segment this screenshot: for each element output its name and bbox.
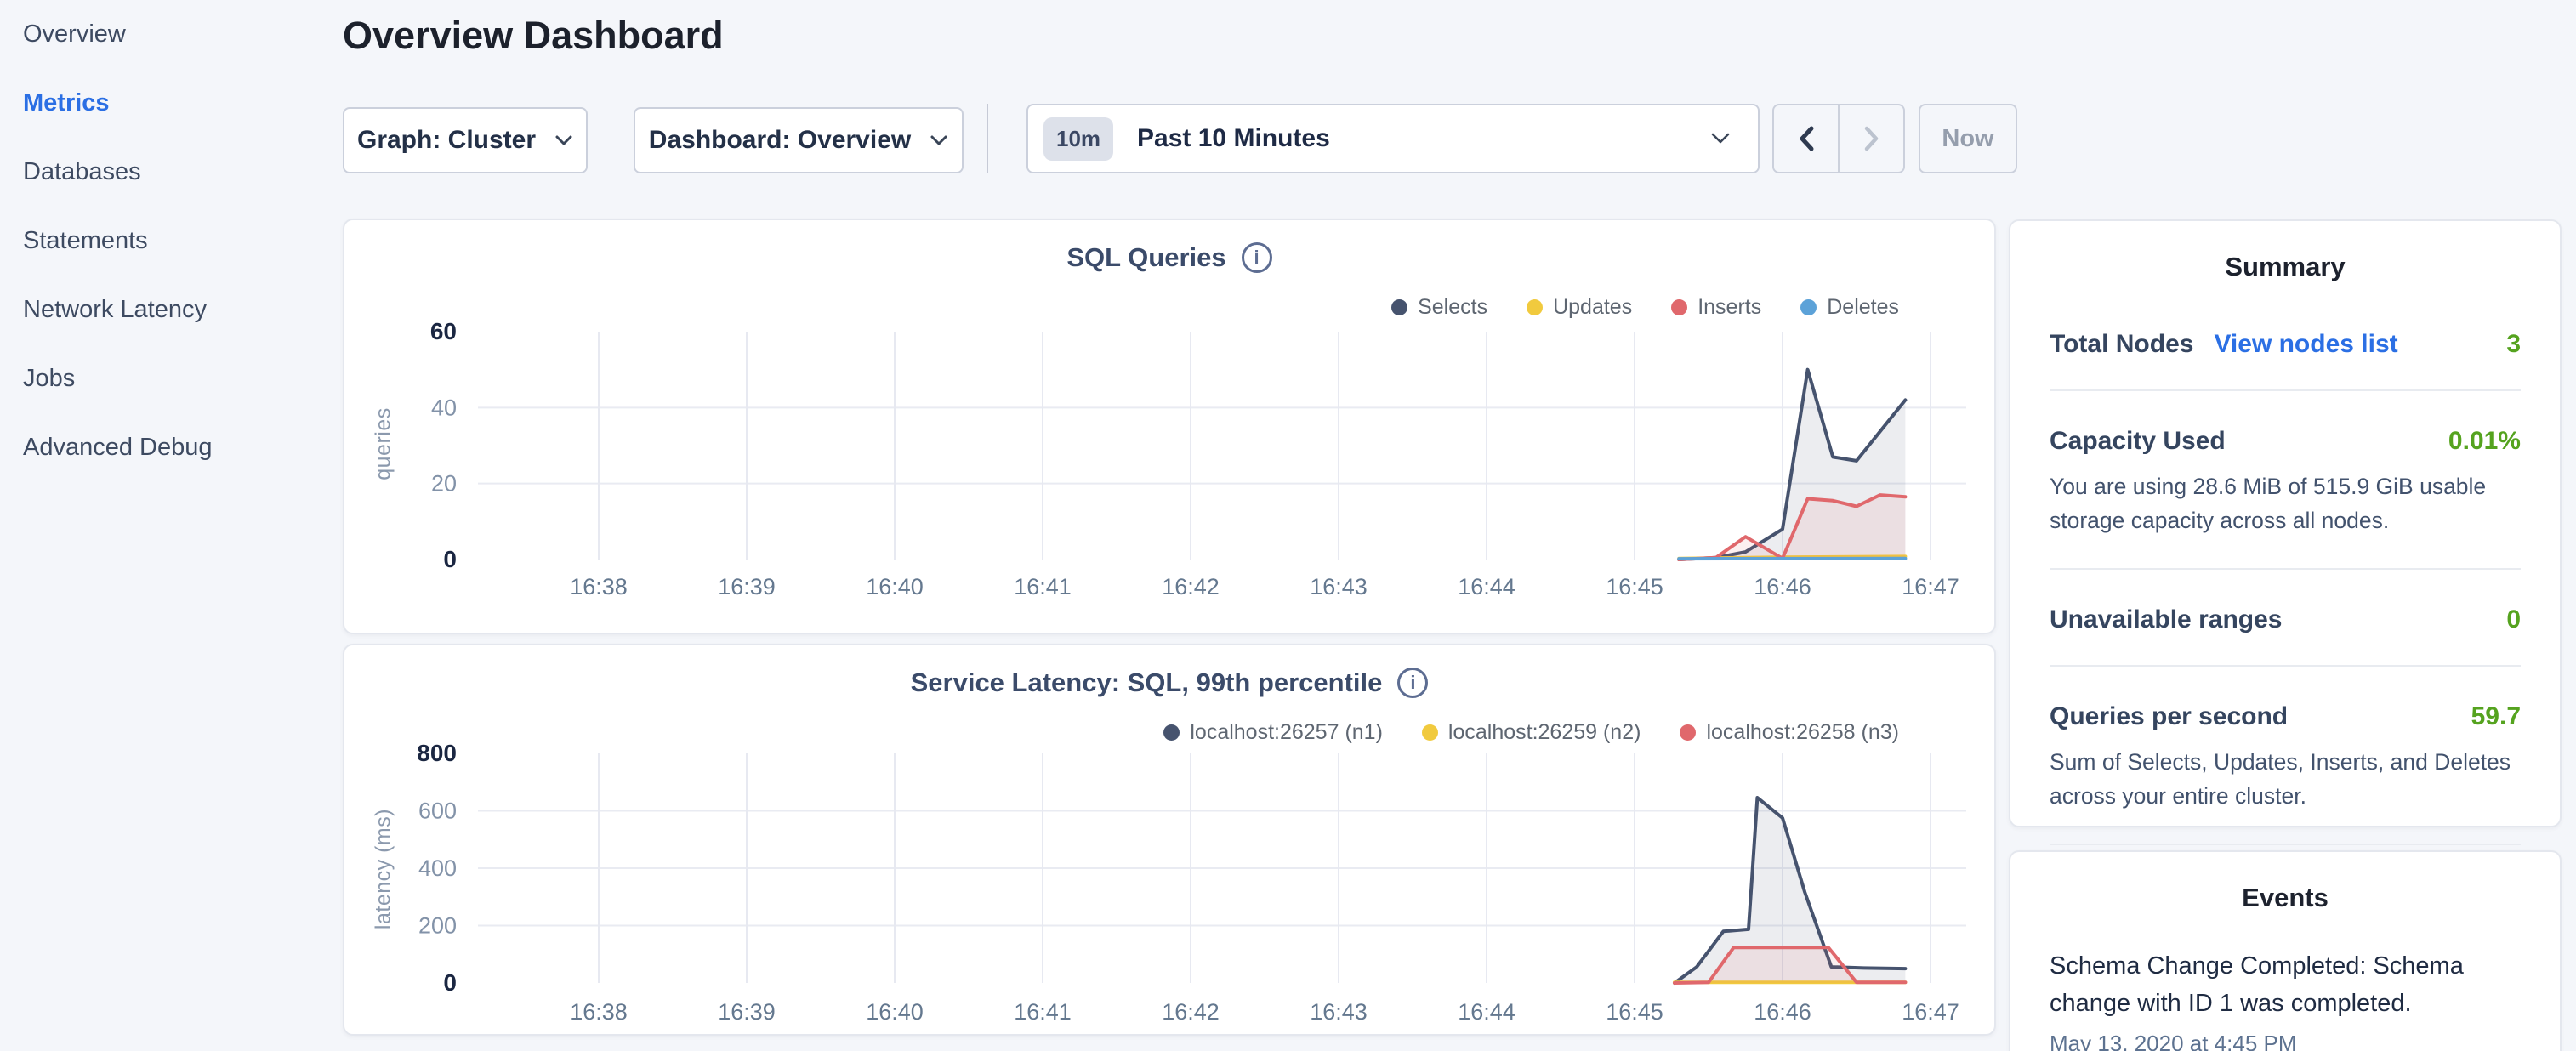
next-interval-button[interactable] — [1838, 105, 1903, 172]
summary-divider — [2050, 665, 2521, 667]
y-tick-label: 0 — [443, 969, 457, 996]
x-tick-label: 16:43 — [1310, 574, 1368, 599]
chevron-right-icon — [1863, 125, 1880, 152]
time-step-buttons — [1772, 104, 1905, 173]
time-range-label: Past 10 Minutes — [1137, 124, 1330, 153]
x-tick-label: 16:39 — [718, 999, 776, 1025]
y-tick-label: 200 — [418, 913, 457, 939]
events-title: Events — [2010, 883, 2560, 913]
dashboard-dropdown-label: Dashboard: Overview — [649, 126, 911, 155]
graph-dropdown-label: Graph: Cluster — [357, 126, 536, 155]
summary-row-value: 0 — [2506, 605, 2521, 634]
y-tick-label: 40 — [431, 395, 457, 420]
x-tick-label: 16:38 — [570, 574, 628, 599]
summary-row-value: 3 — [2506, 330, 2521, 359]
time-range-badge: 10m — [1043, 117, 1113, 161]
x-tick-label: 16:41 — [1014, 999, 1072, 1025]
summary-row-label: Capacity Used — [2050, 427, 2226, 456]
chart-title-row: Service Latency: SQL, 99th percentile i — [344, 668, 1994, 698]
previous-interval-button[interactable] — [1774, 105, 1838, 172]
chart-title-row: SQL Queries i — [344, 242, 1994, 273]
x-tick-label: 16:47 — [1902, 999, 1959, 1025]
summary-row: Queries per second 59.7 — [2050, 702, 2521, 731]
sidebar-item-advanced-debug[interactable]: Advanced Debug — [0, 413, 340, 482]
summary-row: Capacity Used 0.01% — [2050, 427, 2521, 456]
sidebar-item-metrics[interactable]: Metrics — [0, 69, 340, 138]
x-tick-label: 16:43 — [1310, 999, 1368, 1025]
view-nodes-list-link[interactable]: View nodes list — [2214, 330, 2397, 359]
chart-plot: 0 20 40 60 16:38 16:39 16:40 16:41 16:42 16:43 16:… — [376, 314, 1983, 607]
y-tick-label: 600 — [418, 798, 457, 824]
x-tick-label: 16:46 — [1754, 574, 1811, 599]
chart-title: SQL Queries — [1066, 242, 1225, 273]
summary-panel: Summary Total Nodes View nodes list 3 Capac… — [2009, 219, 2562, 827]
x-tick-label: 16:46 — [1754, 999, 1811, 1025]
summary-row-label: Unavailable ranges — [2050, 605, 2282, 634]
summary-row-label: Queries per second — [2050, 702, 2288, 731]
summary-title: Summary — [2010, 252, 2560, 282]
event-message: Schema Change Completed: Schema change w… — [2050, 947, 2521, 1022]
sidebar-item-databases[interactable]: Databases — [0, 138, 340, 207]
summary-row-label: Total Nodes — [2050, 330, 2193, 359]
summary-row-value: 59.7 — [2471, 702, 2521, 731]
summary-divider — [2050, 844, 2521, 845]
events-panel: Events Schema Change Completed: Schema c… — [2009, 850, 2562, 1051]
summary-rows: Total Nodes View nodes list 3 Capacity Used… — [2010, 330, 2560, 910]
header-divider — [987, 104, 988, 173]
sidebar: OverviewMetricsDatabasesStatementsNetwor… — [0, 0, 340, 1051]
y-tick-label: 400 — [418, 855, 457, 881]
y-tick-label: 60 — [430, 318, 457, 344]
sidebar-item-network-latency[interactable]: Network Latency — [0, 276, 340, 344]
summary-row-value: 0.01% — [2448, 427, 2521, 456]
x-tick-label: 16:39 — [718, 574, 776, 599]
summary-divider — [2050, 389, 2521, 391]
x-tick-label: 16:45 — [1606, 999, 1663, 1025]
x-tick-label: 16:47 — [1902, 574, 1959, 599]
chevron-down-icon — [554, 134, 573, 146]
x-tick-label: 16:40 — [866, 999, 924, 1025]
info-icon[interactable]: i — [1242, 242, 1272, 273]
summary-row-description: You are using 28.6 MiB of 515.9 GiB usab… — [2050, 469, 2521, 537]
x-tick-label: 16:45 — [1606, 574, 1663, 599]
x-tick-label: 16:42 — [1162, 574, 1220, 599]
x-tick-label: 16:38 — [570, 999, 628, 1025]
sql-queries-chart-card: SQL Queries i SelectsUpdatesInsertsDelet… — [343, 219, 1996, 634]
x-tick-label: 16:44 — [1458, 574, 1515, 599]
summary-row: Unavailable ranges 0 — [2050, 605, 2521, 634]
chevron-left-icon — [1798, 125, 1815, 152]
sidebar-item-statements[interactable]: Statements — [0, 207, 340, 276]
y-tick-label: 0 — [443, 546, 457, 572]
y-tick-label: 800 — [417, 740, 457, 766]
chart-plot: 0 200 400 600 800 16:38 16:39 16:40 16:41 16:42 16… — [376, 739, 1983, 1032]
time-range-picker[interactable]: 10m Past 10 Minutes — [1026, 104, 1760, 173]
summary-row: Total Nodes View nodes list 3 — [2050, 330, 2521, 359]
summary-divider — [2050, 568, 2521, 570]
page-title: Overview Dashboard — [343, 14, 724, 58]
sidebar-item-jobs[interactable]: Jobs — [0, 344, 340, 413]
x-tick-label: 16:41 — [1014, 574, 1072, 599]
x-tick-label: 16:42 — [1162, 999, 1220, 1025]
service-latency-chart-card: Service Latency: SQL, 99th percentile i … — [343, 644, 1996, 1036]
dashboard-dropdown[interactable]: Dashboard: Overview — [634, 107, 964, 173]
chevron-down-icon — [930, 134, 948, 146]
x-tick-label: 16:40 — [866, 574, 924, 599]
info-icon[interactable]: i — [1397, 668, 1428, 698]
x-tick-label: 16:44 — [1458, 999, 1515, 1025]
summary-row-description: Sum of Selects, Updates, Inserts, and De… — [2050, 745, 2521, 813]
now-button[interactable]: Now — [1919, 104, 2017, 173]
chevron-down-icon — [1710, 132, 1731, 145]
sidebar-item-overview[interactable]: Overview — [0, 0, 340, 69]
chart-title: Service Latency: SQL, 99th percentile — [911, 668, 1383, 698]
graph-dropdown[interactable]: Graph: Cluster — [343, 107, 588, 173]
event-timestamp: May 13, 2020 at 4:45 PM — [2050, 1031, 2521, 1051]
y-tick-label: 20 — [431, 471, 457, 497]
